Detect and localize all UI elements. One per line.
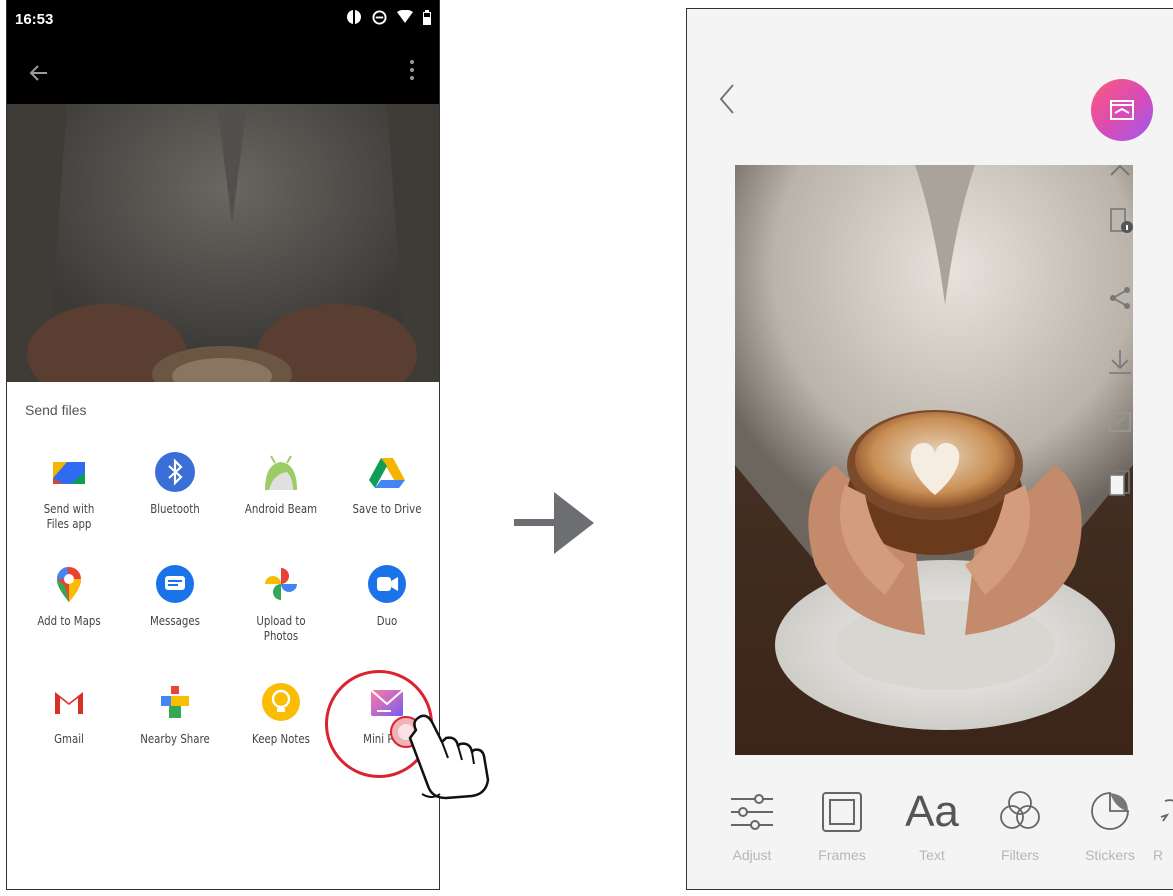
share-target-bluetooth[interactable]: Bluetooth bbox=[121, 452, 229, 517]
share-target-label: Messages bbox=[149, 614, 201, 628]
google-photos-icon bbox=[265, 568, 297, 600]
share-target-duo[interactable]: Duo bbox=[333, 564, 439, 629]
share-target-label: Nearby Share bbox=[140, 732, 210, 746]
data-saver-icon bbox=[346, 9, 362, 29]
share-target-label: Gmail bbox=[54, 732, 84, 746]
files-go-icon bbox=[53, 462, 85, 484]
keep-notes-icon bbox=[262, 683, 300, 721]
tool-label: Adjust bbox=[732, 847, 772, 863]
share-target-keep[interactable]: Keep Notes bbox=[227, 682, 335, 747]
share-target-label: Save to Drive bbox=[352, 502, 422, 516]
tool-label: R bbox=[1153, 847, 1164, 863]
share-target-photos[interactable]: Upload to Photos bbox=[227, 564, 335, 644]
share-target-drive[interactable]: Save to Drive bbox=[333, 452, 439, 517]
tool-label: Text bbox=[919, 847, 945, 863]
back-arrow-icon[interactable] bbox=[29, 58, 49, 89]
tool-text[interactable]: Aa Text bbox=[887, 787, 977, 863]
share-target-label: Add to Maps bbox=[37, 614, 101, 628]
app-bar bbox=[7, 46, 439, 104]
google-drive-icon bbox=[369, 458, 405, 488]
share-target-label: Duo bbox=[376, 614, 398, 628]
tool-rotate[interactable]: R bbox=[1153, 787, 1173, 863]
tool-adjust[interactable]: Adjust bbox=[707, 787, 797, 863]
chevron-up-icon[interactable] bbox=[1105, 157, 1135, 187]
android-share-screen: 16:53 Send files Send with Files app Blu… bbox=[6, 0, 440, 890]
status-time: 16:53 bbox=[15, 11, 54, 28]
photo-preview bbox=[735, 165, 1133, 755]
share-target-gmail[interactable]: Gmail bbox=[15, 682, 123, 747]
google-maps-icon bbox=[56, 567, 81, 602]
share-icon[interactable] bbox=[1105, 283, 1135, 313]
nearby-share-icon bbox=[161, 686, 189, 718]
tool-label: Stickers bbox=[1085, 847, 1135, 863]
share-target-messages[interactable]: Messages bbox=[121, 564, 229, 629]
flow-arrow-icon bbox=[514, 492, 594, 554]
share-target-label: Keep Notes bbox=[252, 732, 310, 746]
tap-hand-icon bbox=[390, 714, 490, 800]
frame-icon bbox=[822, 792, 862, 832]
print-button[interactable] bbox=[1091, 79, 1153, 141]
share-target-files[interactable]: Send with Files app bbox=[15, 452, 123, 532]
copies-icon[interactable] bbox=[1105, 467, 1135, 497]
gmail-icon bbox=[55, 692, 83, 714]
text-aa-icon: Aa bbox=[905, 787, 959, 836]
share-sheet: Send files Send with Files app Bluetooth bbox=[7, 382, 439, 889]
tool-stickers[interactable]: Stickers bbox=[1065, 787, 1155, 863]
share-target-maps[interactable]: Add to Maps bbox=[15, 564, 123, 629]
tool-label: Filters bbox=[1000, 847, 1040, 863]
printer-info-icon[interactable] bbox=[1105, 205, 1135, 235]
crop-icon[interactable] bbox=[1105, 407, 1135, 437]
filters-icon bbox=[1000, 791, 1040, 829]
download-icon[interactable] bbox=[1105, 347, 1135, 377]
battery-icon bbox=[423, 9, 431, 29]
messages-icon bbox=[156, 565, 194, 603]
bluetooth-icon bbox=[155, 452, 195, 492]
sticker-icon bbox=[1091, 792, 1129, 830]
android-beam-icon bbox=[265, 455, 297, 490]
do-not-disturb-icon bbox=[372, 9, 387, 29]
share-sheet-title: Send files bbox=[25, 402, 87, 418]
mini-print-editor-screen: Adjust Frames Aa Text Filters Stickers R bbox=[686, 8, 1173, 890]
rotate-icon bbox=[1160, 799, 1173, 822]
share-target-label: Upload to Photos bbox=[256, 614, 306, 643]
sliders-icon bbox=[731, 794, 773, 830]
more-options-icon[interactable] bbox=[409, 60, 415, 82]
share-target-label: Send with Files app bbox=[43, 502, 95, 531]
share-target-label: Bluetooth bbox=[150, 502, 200, 516]
tool-label: Frames bbox=[818, 847, 866, 863]
tool-frames[interactable]: Frames bbox=[797, 787, 887, 863]
tool-filters[interactable]: Filters bbox=[975, 787, 1065, 863]
photo-preview-dimmed bbox=[7, 104, 439, 382]
status-bar: 16:53 bbox=[7, 0, 439, 46]
share-target-label: Android Beam bbox=[244, 502, 318, 516]
share-target-android-beam[interactable]: Android Beam bbox=[227, 452, 335, 517]
status-icons bbox=[346, 9, 431, 29]
share-target-nearby-share[interactable]: Nearby Share bbox=[121, 682, 229, 747]
edit-toolbar: Adjust Frames Aa Text Filters Stickers R bbox=[687, 787, 1173, 887]
wifi-icon bbox=[397, 9, 413, 28]
printer-icon bbox=[1110, 100, 1134, 120]
duo-icon bbox=[368, 565, 406, 603]
back-chevron-icon[interactable] bbox=[717, 81, 737, 117]
